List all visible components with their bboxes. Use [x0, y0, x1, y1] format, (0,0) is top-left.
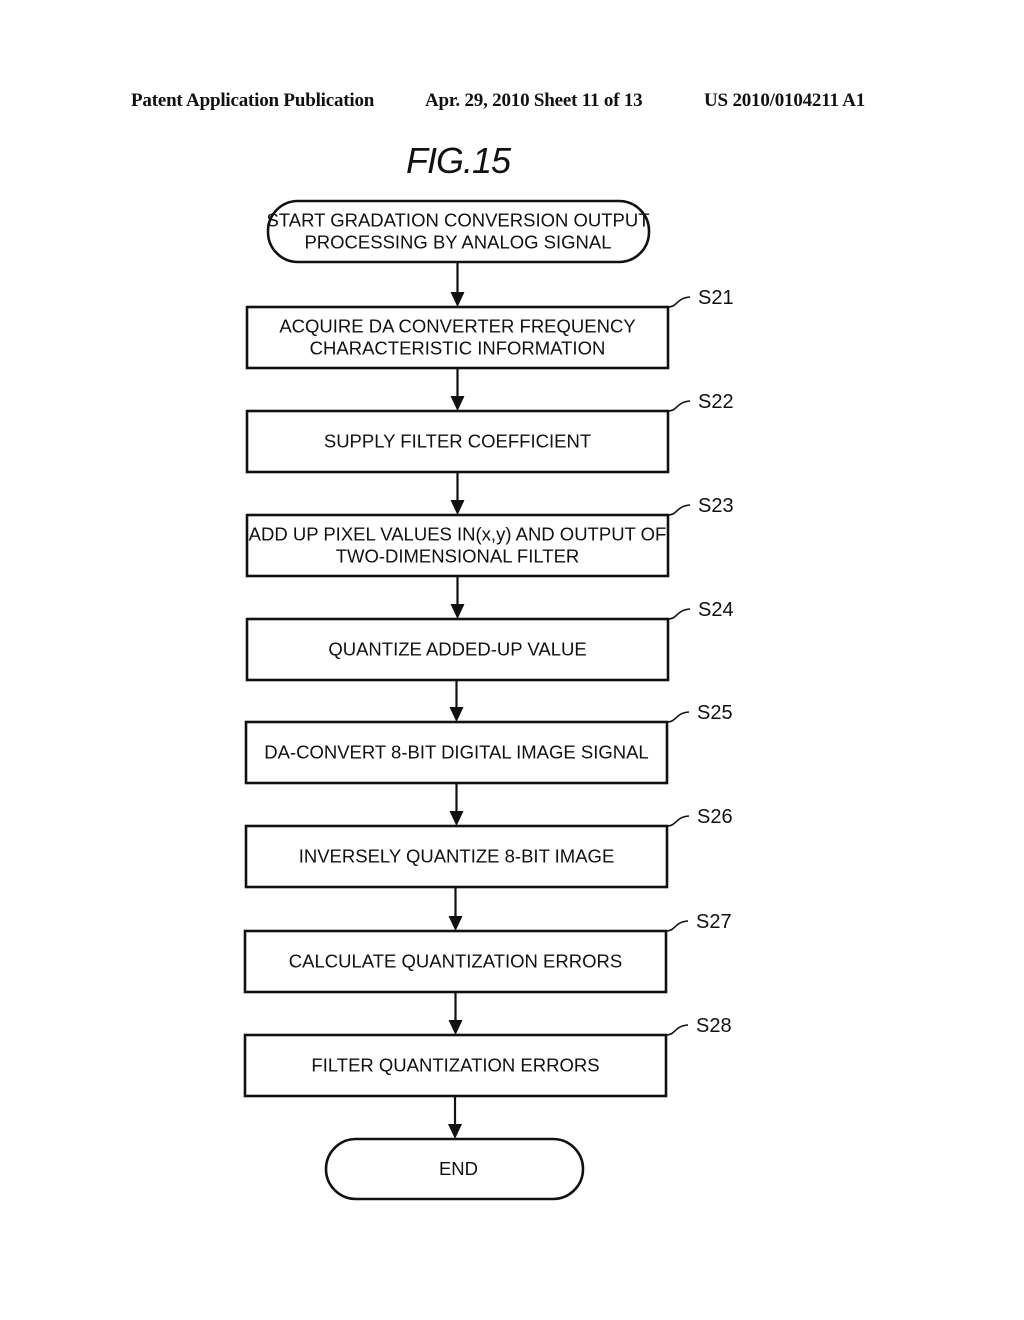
step-leader-line: [665, 1024, 689, 1036]
step-leader-line: [666, 815, 690, 827]
step-leader-line: [666, 711, 690, 723]
step-text-s22: SUPPLY FILTER COEFFICIENT: [324, 431, 591, 452]
step-leader-line: [667, 400, 691, 412]
step-text-s23: TWO-DIMENSIONAL FILTER: [336, 546, 580, 567]
step-text-s28: FILTER QUANTIZATION ERRORS: [311, 1055, 599, 1076]
arrowhead: [448, 916, 463, 931]
step-id-s25: S25: [697, 702, 733, 724]
arrowhead: [450, 396, 465, 411]
step-leader-line: [667, 608, 691, 620]
step-id-s21: S21: [698, 287, 734, 309]
step-id-s23: S23: [698, 495, 734, 517]
arrowhead: [450, 292, 465, 307]
arrowhead: [448, 1020, 463, 1035]
step-id-s27: S27: [696, 911, 732, 933]
start-terminal-label: START GRADATION CONVERSION OUTPUT: [266, 210, 649, 231]
step-text-s26: INVERSELY QUANTIZE 8-BIT IMAGE: [299, 846, 615, 867]
step-text-s23: ADD UP PIXEL VALUES IN(x,y) AND OUTPUT O…: [249, 524, 667, 545]
step-text-s27: CALCULATE QUANTIZATION ERRORS: [289, 951, 622, 972]
step-text-s24: QUANTIZE ADDED-UP VALUE: [328, 639, 586, 660]
step-text-s21: ACQUIRE DA CONVERTER FREQUENCY: [279, 316, 635, 337]
step-leader-line: [667, 296, 691, 308]
step-leader-line: [667, 504, 691, 516]
step-leader-line: [665, 920, 689, 932]
step-id-s24: S24: [698, 599, 734, 621]
step-id-s26: S26: [697, 806, 733, 828]
step-id-s22: S22: [698, 391, 734, 413]
end-terminal-label: END: [439, 1158, 478, 1179]
arrowhead: [449, 811, 464, 826]
step-text-s21: CHARACTERISTIC INFORMATION: [310, 338, 606, 359]
arrowhead: [448, 1124, 462, 1139]
step-text-s25: DA-CONVERT 8-BIT DIGITAL IMAGE SIGNAL: [264, 742, 648, 763]
arrowhead: [449, 707, 464, 722]
start-terminal-label: PROCESSING BY ANALOG SIGNAL: [304, 232, 611, 253]
step-id-s28: S28: [696, 1015, 732, 1037]
arrowhead: [450, 500, 465, 515]
flowchart: START GRADATION CONVERSION OUTPUTPROCESS…: [243, 199, 734, 1201]
arrowhead: [450, 604, 465, 619]
